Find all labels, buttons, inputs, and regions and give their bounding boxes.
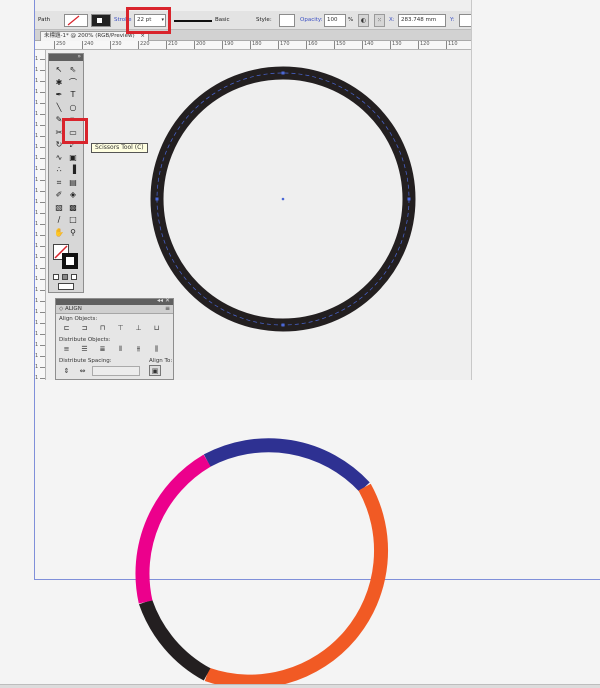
anchor-point-bottom[interactable] xyxy=(281,323,285,327)
artwork-canvas xyxy=(135,66,416,688)
illustrator-screenshot: Path Stroke 22 pt ▾ Basic Style: Opacity… xyxy=(0,0,600,688)
ring-segment-magenta[interactable] xyxy=(135,454,211,604)
status-bar xyxy=(0,684,600,688)
anchor-point-left[interactable] xyxy=(155,197,159,201)
ring-segment-black[interactable] xyxy=(138,599,211,681)
center-point xyxy=(281,197,285,201)
anchor-point-top[interactable] xyxy=(281,71,285,75)
ring-segment-blue[interactable] xyxy=(203,438,370,492)
ring-segment-orange[interactable] xyxy=(204,483,389,688)
anchor-point-right[interactable] xyxy=(407,197,411,201)
